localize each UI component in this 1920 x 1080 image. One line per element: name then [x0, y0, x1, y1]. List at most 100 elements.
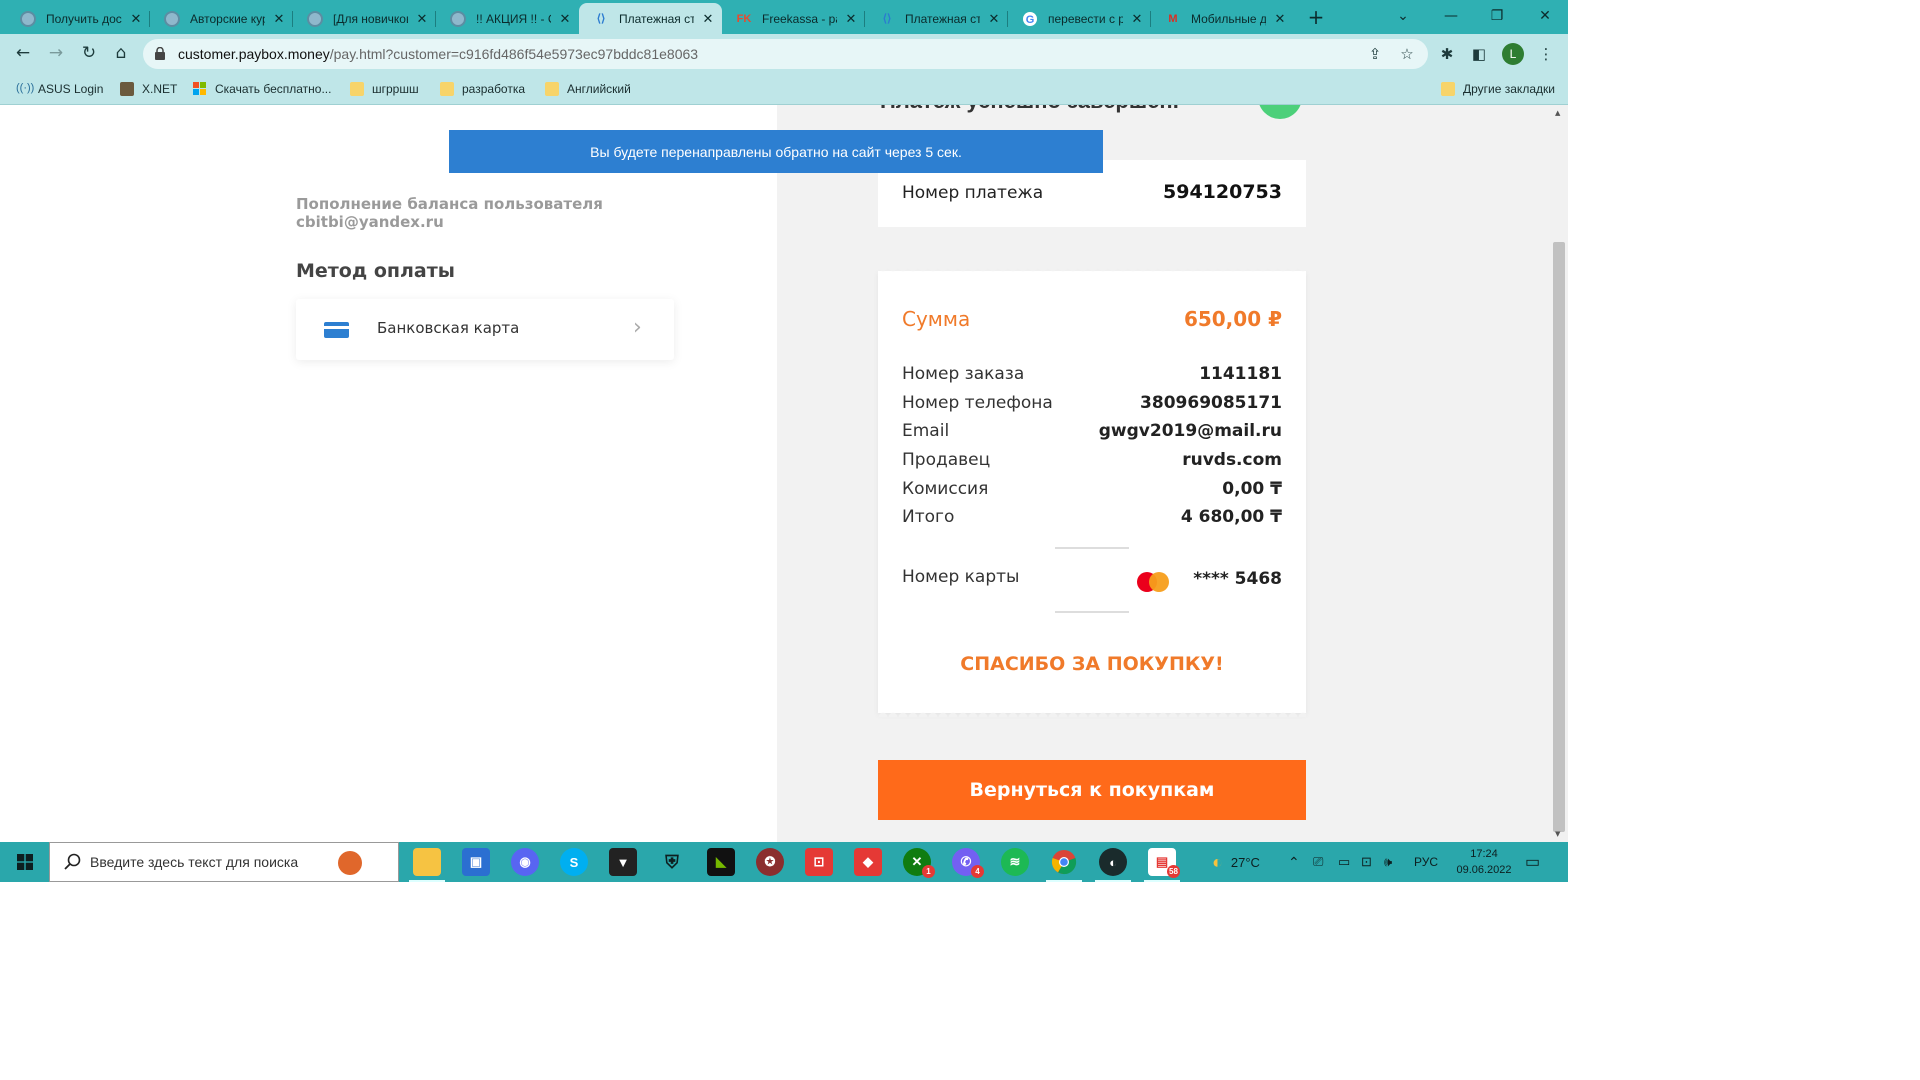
close-icon[interactable]: ✕ [1272, 11, 1288, 27]
chrome-icon[interactable] [1046, 848, 1082, 882]
svg-text:G: G [1026, 14, 1035, 26]
close-window-button[interactable]: ✕ [1522, 0, 1568, 32]
bank-card-icon [324, 322, 349, 338]
globe-icon [450, 10, 466, 27]
scrollbar-thumb[interactable] [1553, 242, 1565, 832]
avatar[interactable]: L [1502, 43, 1524, 65]
close-icon[interactable]: ✕ [414, 11, 430, 27]
predator-icon[interactable]: ▼ [609, 848, 637, 876]
tab-title: Freekassa - ра [762, 11, 837, 26]
app-red-icon[interactable]: ⊡ [805, 848, 833, 876]
globe-icon [20, 10, 36, 27]
anydesk-icon[interactable]: ◆ [854, 848, 882, 876]
tab-6[interactable]: ⟨⟩ Платежная стр ✕ [865, 3, 1008, 34]
shield-icon[interactable]: ⛨ [658, 848, 686, 876]
weather-sun-icon: ◐ [1212, 851, 1223, 872]
star-icon[interactable]: ☆ [1398, 45, 1416, 63]
close-icon[interactable]: ✕ [271, 11, 287, 27]
taskbar: Введите здесь текст для поиска ▣ ◉ S ▼ ⛨… [0, 842, 1568, 882]
nvidia-icon[interactable]: ◣ [707, 848, 735, 876]
bookmark-folder-3[interactable]: Английский [545, 79, 631, 99]
minimize-button[interactable]: — [1428, 0, 1474, 32]
home-icon[interactable]: ⌂ [106, 38, 136, 68]
tray-chevron-icon[interactable]: ⌃ [1288, 842, 1300, 882]
windows-start-icon[interactable] [0, 842, 49, 882]
receipt-row-total: Итого 4 680,00 ₸ [902, 507, 1282, 527]
tab-8[interactable]: M Мобильные де ✕ [1151, 3, 1294, 34]
close-icon[interactable]: ✕ [128, 11, 144, 27]
tab-5[interactable]: FK Freekassa - ра ✕ [722, 3, 865, 34]
bookmark-folder-1[interactable]: шгрршш [350, 79, 419, 99]
extensions-icon[interactable]: ✱ [1436, 43, 1458, 65]
discord-icon[interactable]: ◉ [511, 848, 539, 876]
language-indicator[interactable]: РУС [1414, 842, 1438, 882]
network-icon[interactable]: ⊡ [1361, 842, 1372, 882]
address-bar[interactable]: customer.paybox.money/pay.html?customer=… [143, 39, 1428, 69]
game-icon[interactable]: ✪ [756, 848, 784, 876]
reload-icon[interactable]: ↻ [74, 38, 104, 68]
browser-toolbar: ← → ↻ ⌂ customer.paybox.money/pay.html?c… [0, 34, 1568, 73]
paybox-icon: ⟨⟩ [596, 13, 606, 25]
bookmark-download[interactable]: Скачать бесплатно... [193, 79, 331, 99]
receipt-card: Сумма 650,00 ₽ Номер заказа 1141181 Номер… [878, 267, 1306, 717]
url-text: customer.paybox.money/pay.html?customer=… [178, 46, 699, 62]
battery-icon[interactable]: ▭ [1338, 842, 1350, 882]
volume-icon[interactable]: 🕪 [1384, 842, 1392, 882]
bookmark-asus[interactable]: ((·)) ASUS Login [16, 79, 103, 99]
return-to-shopping-button[interactable]: Вернуться к покупкам [878, 760, 1306, 820]
maximize-button[interactable]: ❐ [1474, 0, 1520, 32]
new-tab-button[interactable]: + [1303, 4, 1329, 30]
tab-title: Платежная стр [905, 11, 980, 26]
folder-icon [440, 82, 454, 96]
bookmark-other[interactable]: Другие закладки [1441, 79, 1555, 99]
divider [1055, 547, 1129, 549]
redirect-notice: Вы будете перенаправлены обратно на сайт… [449, 130, 1103, 173]
tab-7[interactable]: G перевести с ру ✕ [1008, 3, 1151, 34]
tab-strip: Получить доступ ✕ Авторские курсы ✕ [Для… [0, 0, 1568, 34]
bookmark-folder-2[interactable]: разработка [440, 79, 525, 99]
globe-icon [307, 10, 323, 27]
close-icon[interactable]: ✕ [986, 11, 1002, 27]
close-icon[interactable]: ✕ [843, 11, 859, 27]
chrome-profile-icon[interactable]: ◐ [1095, 848, 1131, 882]
paybox-icon: ⟨⟩ [882, 13, 892, 25]
close-icon[interactable]: ✕ [1129, 11, 1145, 27]
store-icon[interactable]: ▣ [462, 848, 490, 876]
method-label: Банковская карта [377, 319, 520, 337]
pdf-icon[interactable]: ▤ 58 [1144, 848, 1180, 882]
taskbar-search-input[interactable]: Введите здесь текст для поиска [49, 842, 399, 882]
close-icon[interactable]: ✕ [557, 11, 573, 27]
skype-icon[interactable]: S [560, 848, 588, 876]
freekassa-icon: FK [736, 12, 752, 25]
tray-device-icon[interactable]: ⎚ [1313, 842, 1323, 882]
file-explorer-icon[interactable] [409, 848, 445, 882]
forward-arrow-icon[interactable]: → [41, 38, 71, 68]
folder-icon [545, 82, 559, 96]
divider [1055, 611, 1129, 613]
tab-1[interactable]: Авторские курсы ✕ [150, 3, 293, 34]
tab-2[interactable]: [Для новичков] ✕ [293, 3, 436, 34]
method-title: Метод оплаты [296, 260, 455, 282]
notification-icon[interactable]: ▭ [1525, 842, 1540, 882]
weather-widget[interactable]: ◐ 27°C [1212, 842, 1260, 882]
side-panel-icon[interactable]: ◧ [1468, 43, 1490, 65]
viber-icon[interactable]: ✆ 4 [952, 848, 984, 878]
back-arrow-icon[interactable]: ← [8, 38, 38, 68]
close-icon[interactable]: ✕ [700, 11, 716, 27]
tab-search-chevron-icon[interactable]: ⌄ [1380, 0, 1426, 32]
bookmark-xnet[interactable]: X.NET [120, 79, 177, 99]
share-icon[interactable]: ⇪ [1366, 45, 1384, 63]
payment-description: Пополнение баланса пользователя cbitbi@y… [296, 195, 603, 231]
taskbar-clock[interactable]: 17:24 09.06.2022 [1452, 846, 1516, 878]
google-icon: G [1022, 11, 1038, 27]
receipt-row-email: Email gwgv2019@mail.ru [902, 421, 1282, 441]
xbox-icon[interactable]: ✕ 1 [903, 848, 935, 878]
spotify-icon[interactable]: ≋ [1001, 848, 1029, 876]
tab-0[interactable]: Получить доступ ✕ [6, 3, 150, 34]
tab-3[interactable]: !! АКЦИЯ !! - С ✕ [436, 3, 579, 34]
tab-title: !! АКЦИЯ !! - С [476, 11, 551, 26]
tab-4-active[interactable]: ⟨⟩ Платежная страница ✕ [579, 3, 722, 34]
menu-icon[interactable]: ⋮ [1535, 43, 1557, 65]
bank-card-method[interactable]: Банковская карта › [296, 299, 674, 360]
scrollbar[interactable]: ▲ ▼ [1550, 105, 1568, 842]
